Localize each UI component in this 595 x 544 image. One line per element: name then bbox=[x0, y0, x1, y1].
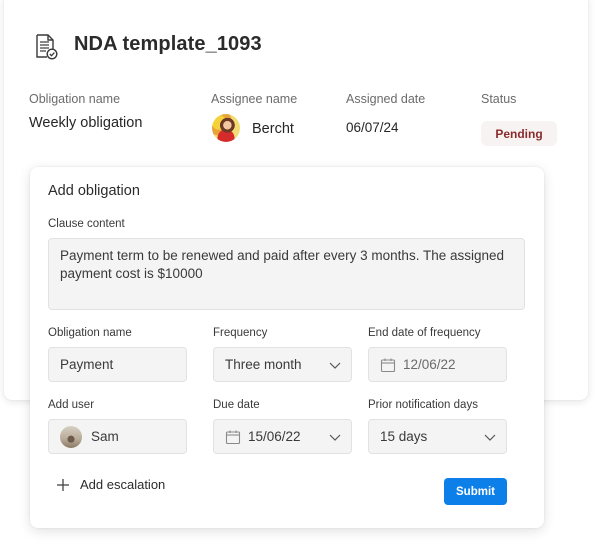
assigned-date-value: 06/07/24 bbox=[346, 120, 399, 135]
assigned-date-label: Assigned date bbox=[346, 92, 426, 106]
prior-notification-value: 15 days bbox=[380, 429, 428, 444]
prior-notification-select[interactable]: 15 days bbox=[368, 419, 507, 454]
calendar-icon bbox=[225, 430, 241, 444]
obligation-name-input-value: Payment bbox=[60, 357, 114, 372]
chevron-down-icon bbox=[329, 362, 341, 369]
submit-button[interactable]: Submit bbox=[444, 478, 507, 505]
due-date-label: Due date bbox=[213, 399, 260, 411]
due-date-select[interactable]: 15/06/22 bbox=[213, 419, 352, 454]
add-user-label: Add user bbox=[48, 399, 95, 411]
calendar-icon bbox=[380, 358, 396, 372]
document-check-icon bbox=[36, 34, 58, 60]
status-label: Status bbox=[481, 92, 517, 106]
user-avatar bbox=[60, 425, 82, 448]
obligation-name-input[interactable]: Payment bbox=[48, 347, 187, 382]
frequency-label: Frequency bbox=[213, 327, 268, 339]
prior-notification-label: Prior notification days bbox=[368, 399, 478, 411]
obligation-name-value: Weekly obligation bbox=[29, 115, 143, 131]
end-date-label: End date of frequency bbox=[368, 327, 481, 339]
end-date-input[interactable]: 12/06/22 bbox=[368, 347, 507, 382]
assignee-avatar bbox=[212, 114, 240, 142]
obligation-name-label: Obligation name bbox=[29, 92, 121, 106]
add-obligation-dialog: Add obligation Clause content Payment te… bbox=[30, 167, 544, 528]
add-user-input[interactable]: Sam bbox=[48, 419, 187, 454]
add-escalation-button[interactable]: Add escalation bbox=[56, 477, 165, 492]
chevron-down-icon bbox=[329, 434, 341, 441]
dialog-title: Add obligation bbox=[48, 183, 140, 199]
clause-content-textarea[interactable]: Payment term to be renewed and paid afte… bbox=[48, 238, 525, 310]
assignee-label: Assignee name bbox=[211, 92, 298, 106]
add-user-value: Sam bbox=[91, 429, 119, 444]
add-escalation-label: Add escalation bbox=[80, 477, 166, 492]
status-badge: Pending bbox=[481, 121, 557, 146]
end-date-value: 12/06/22 bbox=[403, 357, 456, 372]
assignee-value: Bercht bbox=[252, 121, 294, 137]
frequency-select-value: Three month bbox=[225, 357, 302, 372]
frequency-select[interactable]: Three month bbox=[213, 347, 352, 382]
chevron-down-icon bbox=[484, 434, 496, 441]
plus-icon bbox=[57, 478, 69, 491]
clause-content-label: Clause content bbox=[48, 218, 125, 230]
due-date-value: 15/06/22 bbox=[248, 429, 301, 444]
obligation-name-field-label: Obligation name bbox=[48, 327, 132, 339]
page-title: NDA template_1093 bbox=[74, 33, 262, 55]
